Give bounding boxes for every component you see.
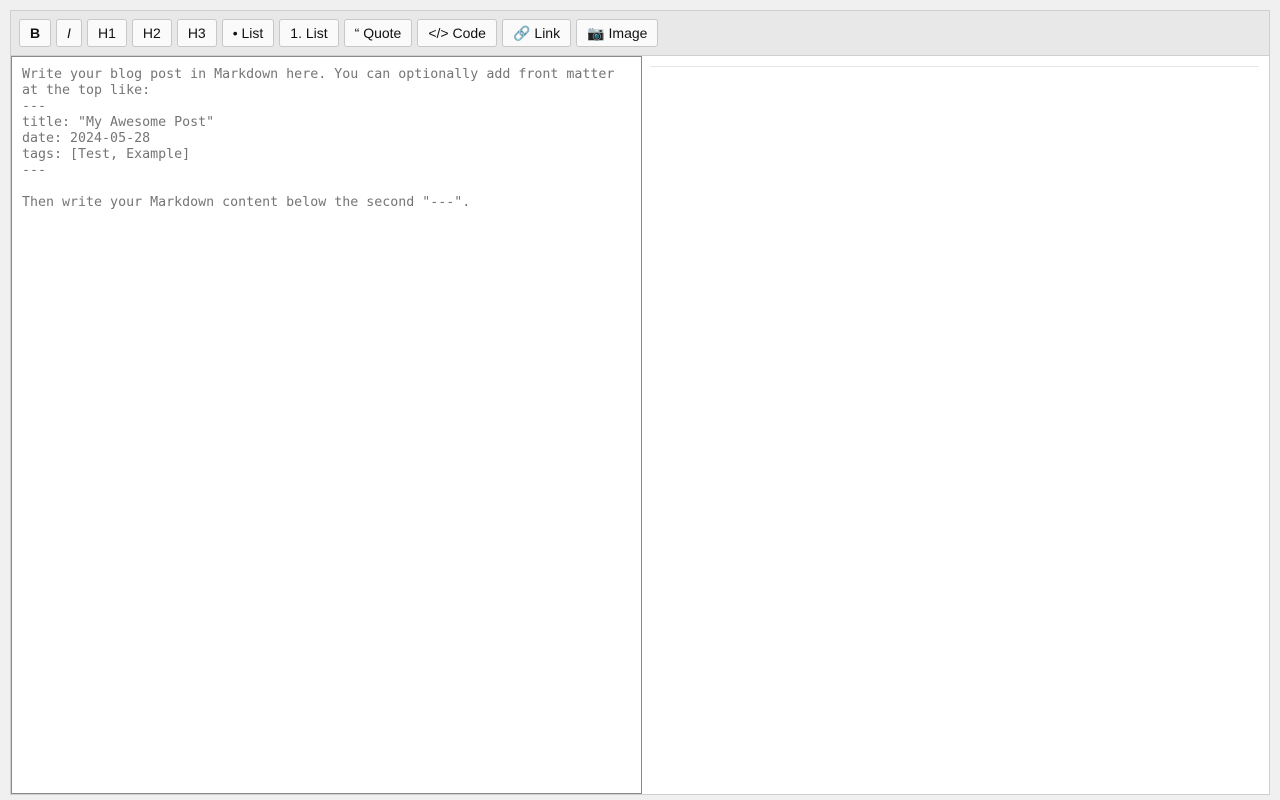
link-button[interactable]: 🔗 Link bbox=[501, 19, 572, 47]
numbered-list-button[interactable]: 1. List bbox=[279, 19, 339, 47]
quote-button[interactable]: “ Quote bbox=[343, 19, 413, 47]
code-button[interactable]: </> Code bbox=[417, 19, 497, 47]
preview-divider bbox=[650, 66, 1259, 67]
markdown-editor-app: B I H1 H2 H3 • List 1. List “ Quote </> … bbox=[10, 10, 1270, 795]
heading-1-button[interactable]: H1 bbox=[87, 19, 127, 47]
markdown-editor-pane bbox=[11, 56, 642, 794]
camera-icon: 📷 bbox=[587, 24, 605, 41]
bullet-list-button[interactable]: • List bbox=[221, 19, 275, 47]
image-button[interactable]: 📷 Image bbox=[576, 19, 659, 47]
image-button-label: Image bbox=[608, 25, 648, 41]
markdown-textarea[interactable] bbox=[12, 57, 641, 793]
link-icon: 🔗 bbox=[512, 24, 531, 41]
formatting-toolbar: B I H1 H2 H3 • List 1. List “ Quote </> … bbox=[11, 11, 1269, 56]
bold-button[interactable]: B bbox=[19, 19, 51, 47]
preview-pane bbox=[642, 56, 1269, 794]
heading-3-button[interactable]: H3 bbox=[176, 19, 217, 47]
italic-button[interactable]: I bbox=[56, 19, 82, 47]
link-button-label: Link bbox=[534, 25, 561, 41]
heading-2-button[interactable]: H2 bbox=[131, 19, 172, 47]
